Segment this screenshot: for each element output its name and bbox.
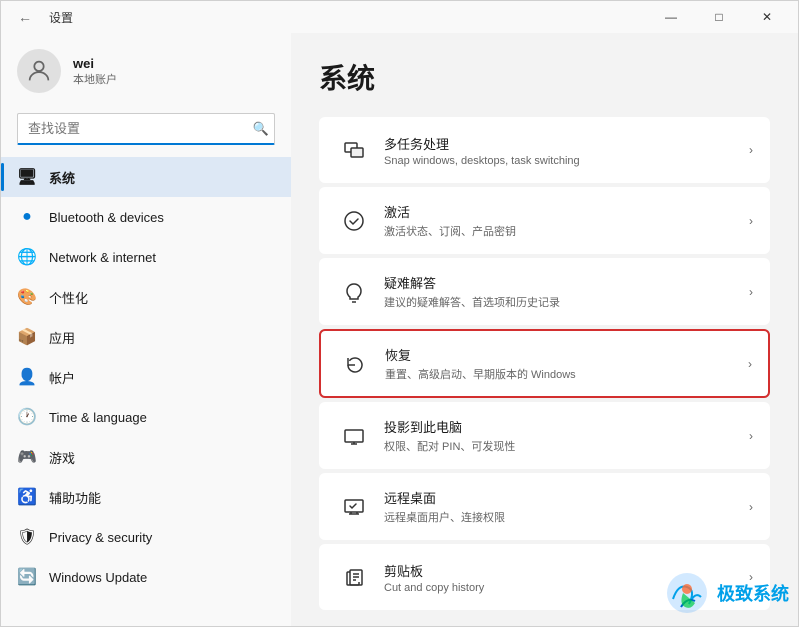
troubleshoot-icon bbox=[336, 274, 372, 310]
recovery-chevron: › bbox=[748, 357, 752, 371]
network-icon: 🌐 bbox=[17, 247, 37, 267]
watermark-logo bbox=[663, 569, 711, 617]
personalization-icon: 🎨 bbox=[17, 287, 37, 307]
activation-title: 激活 bbox=[384, 202, 741, 221]
sidebar-item-apps[interactable]: 📦 应用 bbox=[1, 317, 291, 357]
search-icon[interactable]: 🔍 bbox=[253, 121, 269, 137]
user-type: 本地账户 bbox=[73, 71, 117, 87]
user-section: wei 本地账户 bbox=[1, 33, 291, 105]
projecting-chevron: › bbox=[749, 429, 753, 443]
sidebar-item-accessibility[interactable]: ♿ 辅助功能 bbox=[1, 477, 291, 517]
sidebar-item-update-label: Windows Update bbox=[49, 570, 147, 585]
search-box: 🔍 bbox=[17, 113, 275, 145]
multitasking-text: 多任务处理 Snap windows, desktops, task switc… bbox=[384, 134, 741, 167]
projecting-subtitle: 权限、配对 PIN、可发现性 bbox=[384, 438, 741, 454]
watermark: 极致系统 bbox=[663, 569, 789, 617]
sidebar: wei 本地账户 🔍 🖥 系统 ● Bluetooth & devices bbox=[1, 33, 291, 626]
search-input[interactable] bbox=[17, 113, 275, 145]
sidebar-item-privacy-label: Privacy & security bbox=[49, 530, 152, 545]
right-panel: 系统 多任务处理 Snap windows, desktops, task sw… bbox=[291, 33, 798, 626]
projecting-text: 投影到此电脑 权限、配对 PIN、可发现性 bbox=[384, 417, 741, 454]
troubleshoot-chevron: › bbox=[749, 285, 753, 299]
sidebar-item-network-label: Network & internet bbox=[49, 250, 156, 265]
settings-item-troubleshoot[interactable]: 疑难解答 建议的疑难解答、首选项和历史记录 › bbox=[319, 258, 770, 325]
time-icon: 🕐 bbox=[17, 407, 37, 427]
gaming-icon: 🎮 bbox=[17, 447, 37, 467]
activation-icon bbox=[336, 203, 372, 239]
sidebar-item-privacy[interactable]: 🛡 Privacy & security bbox=[1, 517, 291, 557]
sidebar-item-system[interactable]: 🖥 系统 bbox=[1, 157, 291, 197]
page-title: 系统 bbox=[319, 57, 770, 97]
sidebar-item-personalization[interactable]: 🎨 个性化 bbox=[1, 277, 291, 317]
remotedesktop-chevron: › bbox=[749, 500, 753, 514]
projecting-icon bbox=[336, 418, 372, 454]
back-button[interactable]: ← bbox=[9, 1, 41, 33]
remotedesktop-title: 远程桌面 bbox=[384, 488, 741, 507]
main-layout: wei 本地账户 🔍 🖥 系统 ● Bluetooth & devices bbox=[1, 33, 798, 626]
remotedesktop-subtitle: 远程桌面用户、连接权限 bbox=[384, 509, 741, 525]
avatar bbox=[17, 49, 61, 93]
recovery-icon bbox=[337, 346, 373, 382]
accessibility-icon: ♿ bbox=[17, 487, 37, 507]
user-name: wei bbox=[73, 56, 117, 71]
sidebar-item-update[interactable]: 🔄 Windows Update bbox=[1, 557, 291, 597]
sidebar-item-gaming-label: 游戏 bbox=[49, 448, 75, 467]
sidebar-item-accessibility-label: 辅助功能 bbox=[49, 488, 101, 507]
recovery-subtitle: 重置、高级启动、早期版本的 Windows bbox=[385, 366, 740, 382]
apps-icon: 📦 bbox=[17, 327, 37, 347]
settings-item-projecting[interactable]: 投影到此电脑 权限、配对 PIN、可发现性 › bbox=[319, 402, 770, 469]
sidebar-item-time-label: Time & language bbox=[49, 410, 147, 425]
sidebar-item-bluetooth[interactable]: ● Bluetooth & devices bbox=[1, 197, 291, 237]
titlebar: ← 设置 — □ ✕ bbox=[1, 1, 798, 33]
sidebar-nav: 🖥 系统 ● Bluetooth & devices 🌐 Network & i… bbox=[1, 157, 291, 597]
settings-item-multitasking[interactable]: 多任务处理 Snap windows, desktops, task switc… bbox=[319, 117, 770, 183]
user-info: wei 本地账户 bbox=[73, 56, 117, 87]
update-icon: 🔄 bbox=[17, 567, 37, 587]
sidebar-item-bluetooth-label: Bluetooth & devices bbox=[49, 210, 164, 225]
activation-subtitle: 激活状态、订阅、产品密钥 bbox=[384, 223, 741, 239]
settings-item-activation[interactable]: 激活 激活状态、订阅、产品密钥 › bbox=[319, 187, 770, 254]
multitasking-title: 多任务处理 bbox=[384, 134, 741, 153]
troubleshoot-subtitle: 建议的疑难解答、首选项和历史记录 bbox=[384, 294, 741, 310]
accounts-icon: 👤 bbox=[17, 367, 37, 387]
sidebar-item-personalization-label: 个性化 bbox=[49, 288, 88, 307]
sidebar-item-time[interactable]: 🕐 Time & language bbox=[1, 397, 291, 437]
maximize-button[interactable]: □ bbox=[696, 1, 742, 33]
privacy-icon: 🛡 bbox=[17, 527, 37, 547]
system-icon: 🖥 bbox=[17, 167, 37, 187]
bluetooth-icon: ● bbox=[17, 207, 37, 227]
user-icon bbox=[25, 57, 53, 85]
activation-chevron: › bbox=[749, 214, 753, 228]
remotedesktop-icon bbox=[336, 489, 372, 525]
multitasking-icon bbox=[336, 132, 372, 168]
settings-item-remotedesktop[interactable]: 远程桌面 远程桌面用户、连接权限 › bbox=[319, 473, 770, 540]
sidebar-item-network[interactable]: 🌐 Network & internet bbox=[1, 237, 291, 277]
window-controls: — □ ✕ bbox=[648, 1, 790, 33]
sidebar-item-system-label: 系统 bbox=[49, 168, 75, 187]
recovery-text: 恢复 重置、高级启动、早期版本的 Windows bbox=[385, 345, 740, 382]
projecting-title: 投影到此电脑 bbox=[384, 417, 741, 436]
sidebar-item-gaming[interactable]: 🎮 游戏 bbox=[1, 437, 291, 477]
troubleshoot-title: 疑难解答 bbox=[384, 273, 741, 292]
sidebar-item-accounts-label: 帐户 bbox=[49, 368, 75, 387]
multitasking-chevron: › bbox=[749, 143, 753, 157]
settings-item-recovery[interactable]: 恢复 重置、高级启动、早期版本的 Windows › bbox=[319, 329, 770, 398]
clipboard-icon bbox=[336, 559, 372, 595]
sidebar-item-apps-label: 应用 bbox=[49, 328, 75, 347]
minimize-button[interactable]: — bbox=[648, 1, 694, 33]
troubleshoot-text: 疑难解答 建议的疑难解答、首选项和历史记录 bbox=[384, 273, 741, 310]
watermark-text: 极致系统 bbox=[717, 580, 789, 606]
sidebar-item-accounts[interactable]: 👤 帐户 bbox=[1, 357, 291, 397]
activation-text: 激活 激活状态、订阅、产品密钥 bbox=[384, 202, 741, 239]
multitasking-subtitle: Snap windows, desktops, task switching bbox=[384, 155, 741, 167]
close-button[interactable]: ✕ bbox=[744, 1, 790, 33]
settings-list: 多任务处理 Snap windows, desktops, task switc… bbox=[319, 117, 770, 610]
window-title: 设置 bbox=[49, 9, 73, 26]
settings-window: ← 设置 — □ ✕ wei 本地账户 bbox=[0, 0, 799, 627]
recovery-title: 恢复 bbox=[385, 345, 740, 364]
remotedesktop-text: 远程桌面 远程桌面用户、连接权限 bbox=[384, 488, 741, 525]
